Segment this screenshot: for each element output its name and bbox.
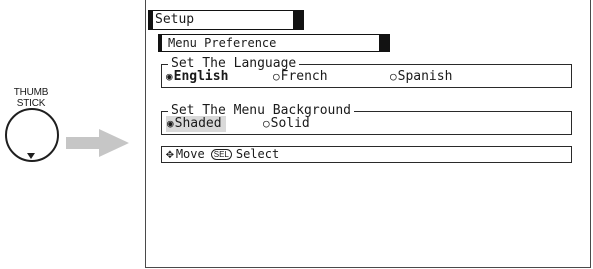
menu-title: Setup [155,12,195,27]
thumbstick-label-line1: THUMB [13,87,49,98]
radio-unselected-icon: ○ [390,70,397,83]
background-option-label: Shaded [174,116,222,131]
help-bar: ✥ Move SEL Select [161,146,572,163]
select-label: Select [235,147,280,161]
pointer-arrow-head-icon [99,129,129,157]
radio-selected-icon: ◉ [166,70,173,83]
radio-unselected-icon: ○ [273,70,280,83]
submenu-bar[interactable]: Menu Preference [158,34,390,52]
language-option-spanish[interactable]: ○Spanish [390,69,456,85]
pointer-arrow-icon [66,137,100,149]
background-option-label: Solid [270,116,310,131]
background-option-solid[interactable]: ○Solid [263,116,314,132]
background-group: Set The Menu Background ◉Shaded ○Solid [161,104,572,135]
dpad-icon: ✥ [166,147,174,162]
move-label: Move [175,147,205,161]
submenu-title: Menu Preference [168,36,277,50]
language-option-label: English [173,69,229,84]
language-option-label: Spanish [397,69,453,84]
radio-unselected-icon: ○ [263,117,270,130]
background-option-shaded[interactable]: ◉Shaded [166,116,226,132]
thumbstick-down-indicator-icon [27,153,35,159]
language-option-label: French [280,69,328,84]
thumbstick-label: THUMB STICK [0,87,62,109]
language-option-english[interactable]: ◉English [166,69,232,85]
radio-selected-icon: ◉ [167,117,174,130]
sel-key-icon: SEL [210,149,232,160]
language-group: Set The Language ◉English ○French ○Spani… [161,57,572,88]
language-option-french[interactable]: ○French [273,69,332,85]
menu-title-bar: Setup [148,10,304,30]
